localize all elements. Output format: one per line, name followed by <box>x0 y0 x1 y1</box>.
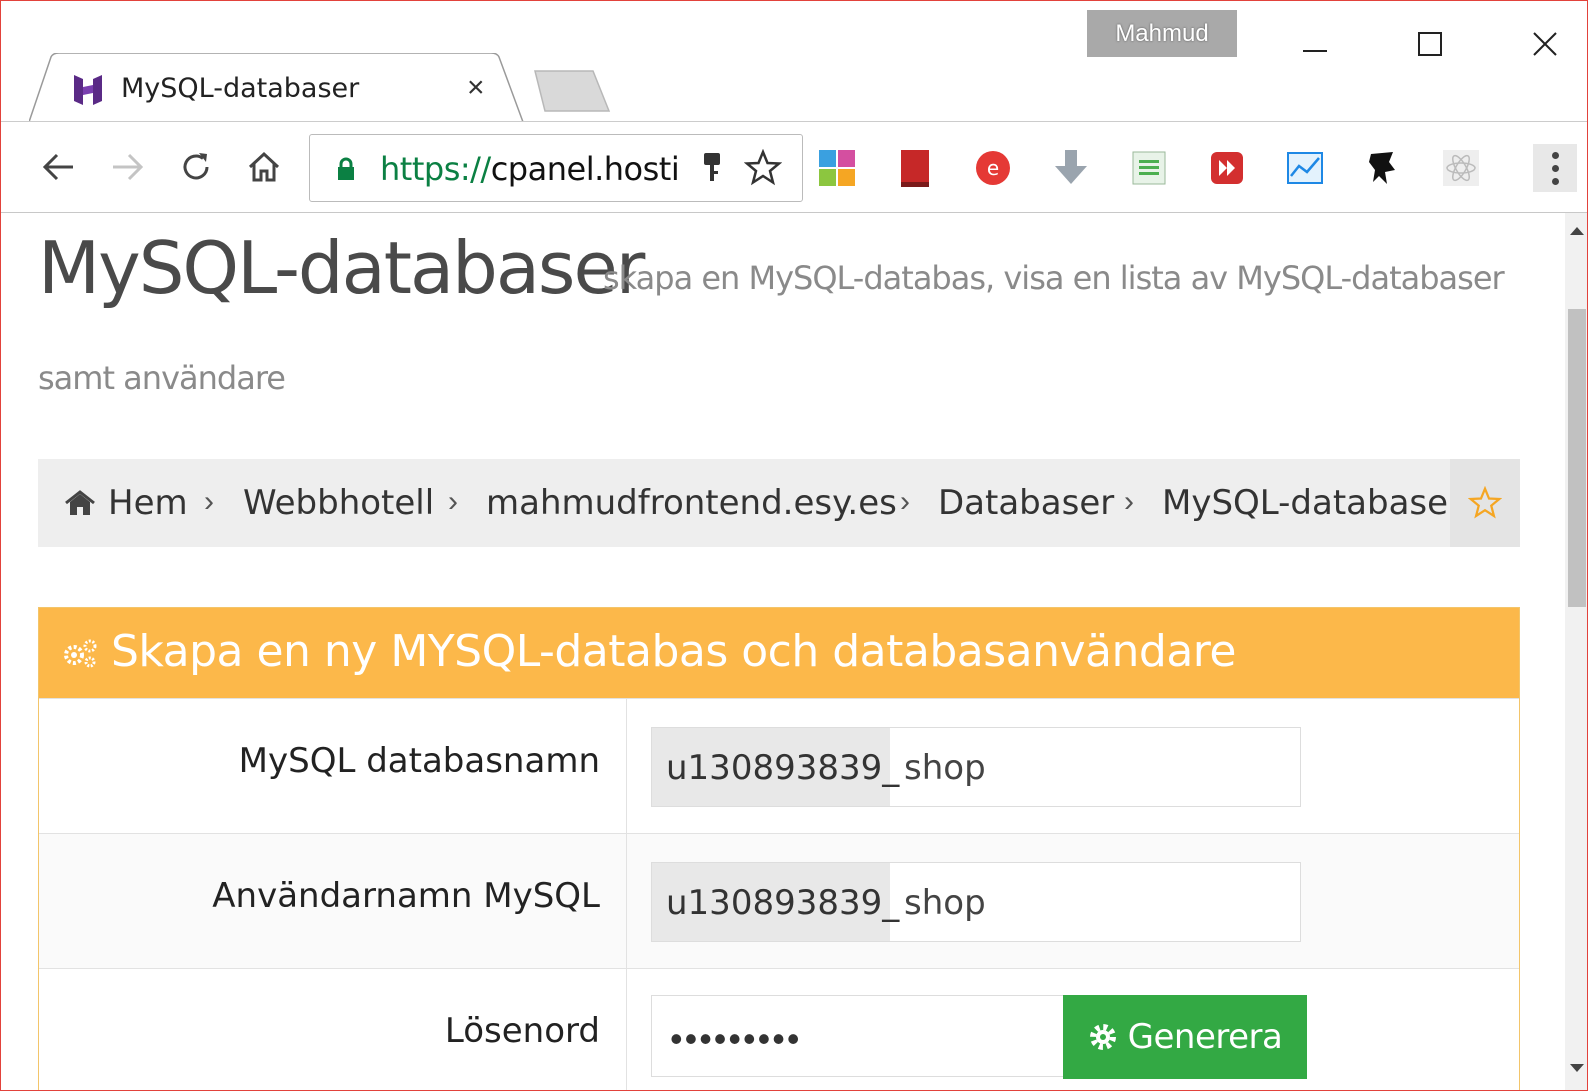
url-scheme: https:// <box>380 150 491 188</box>
react-icon <box>1443 150 1479 186</box>
bookmark-star-icon[interactable] <box>744 149 782 187</box>
database-name-label: MySQL databasnamn <box>238 741 600 781</box>
maximize-icon <box>1418 32 1442 56</box>
breadcrumb-databaser[interactable]: Databaser <box>938 483 1114 523</box>
form-row-password: Lösenord ••••••••• Generera <box>39 968 1519 1090</box>
username-label: Användarnamn MySQL <box>212 876 600 916</box>
breadcrumb-current: MySQL-databaser <box>1162 483 1463 523</box>
maximize-button[interactable] <box>1404 21 1456 67</box>
back-arrow-icon <box>42 153 73 181</box>
breadcrumb-domain[interactable]: mahmudfrontend.esy.es <box>486 483 897 523</box>
generate-password-button[interactable]: Generera <box>1063 995 1307 1079</box>
home-button[interactable] <box>241 144 287 190</box>
extension-chart[interactable] <box>1283 146 1327 190</box>
tab-title: MySQL-databaser <box>121 73 360 104</box>
cogs-icon <box>64 639 97 668</box>
browser-toolbar: https://cpanel.hosti e <box>1 121 1587 213</box>
forward-button[interactable] <box>105 144 151 190</box>
extension-book[interactable] <box>893 146 937 190</box>
address-bar[interactable]: https://cpanel.hosti <box>309 134 803 202</box>
panel-header: Skapa en ny MYSQL-databas och databasanv… <box>39 608 1519 698</box>
chart-icon <box>1287 152 1323 184</box>
page-viewport: MySQL-databaser skapa en MySQL-databas, … <box>1 213 1565 1090</box>
extension-spreadsheet[interactable] <box>1127 146 1171 190</box>
reload-button[interactable] <box>173 144 219 190</box>
media-icon <box>1211 152 1243 184</box>
ninja-icon <box>1369 152 1395 184</box>
close-icon <box>1533 32 1557 56</box>
minimize-button[interactable] <box>1289 21 1341 67</box>
back-button[interactable] <box>35 144 81 190</box>
profile-badge[interactable]: Mahmud <box>1087 10 1237 57</box>
vertical-scrollbar[interactable] <box>1565 213 1587 1090</box>
form-row-username: Användarnamn MySQL u130893839_ shop <box>39 833 1519 968</box>
download-icon <box>1055 150 1087 184</box>
username-field[interactable]: u130893839_ shop <box>651 862 1301 942</box>
hostinger-favicon-icon <box>74 75 102 105</box>
new-tab-button[interactable] <box>533 69 613 113</box>
extension-colorzilla[interactable] <box>815 146 859 190</box>
label-cell: MySQL databasnamn <box>39 699 627 833</box>
breadcrumb: Hem › Webbhotell › mahmudfrontend.esy.es… <box>38 459 1520 547</box>
title-bar: MySQL-databaser × Mahmud <box>1 1 1587 123</box>
tab-close-icon[interactable]: × <box>467 71 485 105</box>
extension-media[interactable] <box>1205 146 1249 190</box>
username-prefix: u130893839_ <box>652 863 899 941</box>
password-input[interactable]: ••••••••• <box>670 1018 801 1060</box>
extension-pocket[interactable]: e <box>971 146 1015 190</box>
favorite-button[interactable] <box>1450 459 1520 547</box>
form-row-database-name: MySQL databasnamn u130893839_ shop <box>39 698 1519 833</box>
label-cell: Användarnamn MySQL <box>39 834 627 968</box>
breadcrumb-webbhotell[interactable]: Webbhotell <box>243 483 434 523</box>
browser-menu-button[interactable] <box>1533 144 1577 192</box>
breadcrumb-separator: › <box>1124 485 1134 518</box>
browser-tab[interactable]: MySQL-databaser × <box>29 53 529 123</box>
forward-arrow-icon <box>113 153 144 181</box>
home-icon <box>248 151 280 182</box>
database-name-input[interactable]: shop <box>904 728 986 808</box>
spreadsheet-icon <box>1132 151 1166 185</box>
extension-react[interactable] <box>1439 146 1483 190</box>
panel-title: Skapa en ny MYSQL-databas och databasanv… <box>111 626 1237 677</box>
password-field[interactable]: ••••••••• <box>651 995 1065 1077</box>
create-database-panel: Skapa en ny MYSQL-databas och databasanv… <box>38 607 1520 1090</box>
username-input[interactable]: shop <box>904 863 986 943</box>
breadcrumb-separator: › <box>448 485 458 518</box>
breadcrumb-home[interactable]: Hem <box>108 483 188 523</box>
breadcrumb-separator: › <box>900 485 910 518</box>
minimize-icon <box>1303 50 1327 52</box>
favorite-star-icon <box>1468 486 1502 519</box>
home-icon <box>65 490 95 515</box>
scroll-up-arrow-icon[interactable] <box>1570 227 1584 235</box>
close-window-button[interactable] <box>1519 21 1571 67</box>
database-name-prefix: u130893839_ <box>652 728 899 806</box>
page-subtitle-continued: samt användare <box>38 359 286 397</box>
label-cell: Lösenord <box>39 969 627 1090</box>
gear-icon <box>1089 1024 1116 1050</box>
lock-icon <box>338 157 354 180</box>
page-title: MySQL-databaser <box>38 226 645 310</box>
scrollbar-thumb[interactable] <box>1568 309 1586 607</box>
pocket-icon: e <box>976 151 1010 185</box>
url-host: cpanel.hosti <box>490 150 680 188</box>
database-name-field[interactable]: u130893839_ shop <box>651 727 1301 807</box>
key-icon[interactable] <box>700 151 724 185</box>
scroll-down-arrow-icon[interactable] <box>1570 1064 1584 1072</box>
breadcrumb-separator: › <box>204 485 214 518</box>
url-text: https://cpanel.hosti <box>380 150 680 188</box>
page-subtitle: skapa en MySQL-databas, visa en lista av… <box>603 259 1505 297</box>
extension-ninja[interactable] <box>1361 146 1405 190</box>
password-label: Lösenord <box>444 1011 600 1051</box>
generate-button-label: Generera <box>1127 1017 1283 1057</box>
reload-icon <box>183 153 209 180</box>
svg-text:e: e <box>987 156 999 180</box>
colorzilla-icon <box>819 150 855 186</box>
extension-download[interactable] <box>1049 146 1093 190</box>
book-icon <box>901 150 929 187</box>
browser-window: MySQL-databaser × Mahmud https://cpanel.… <box>0 0 1588 1091</box>
